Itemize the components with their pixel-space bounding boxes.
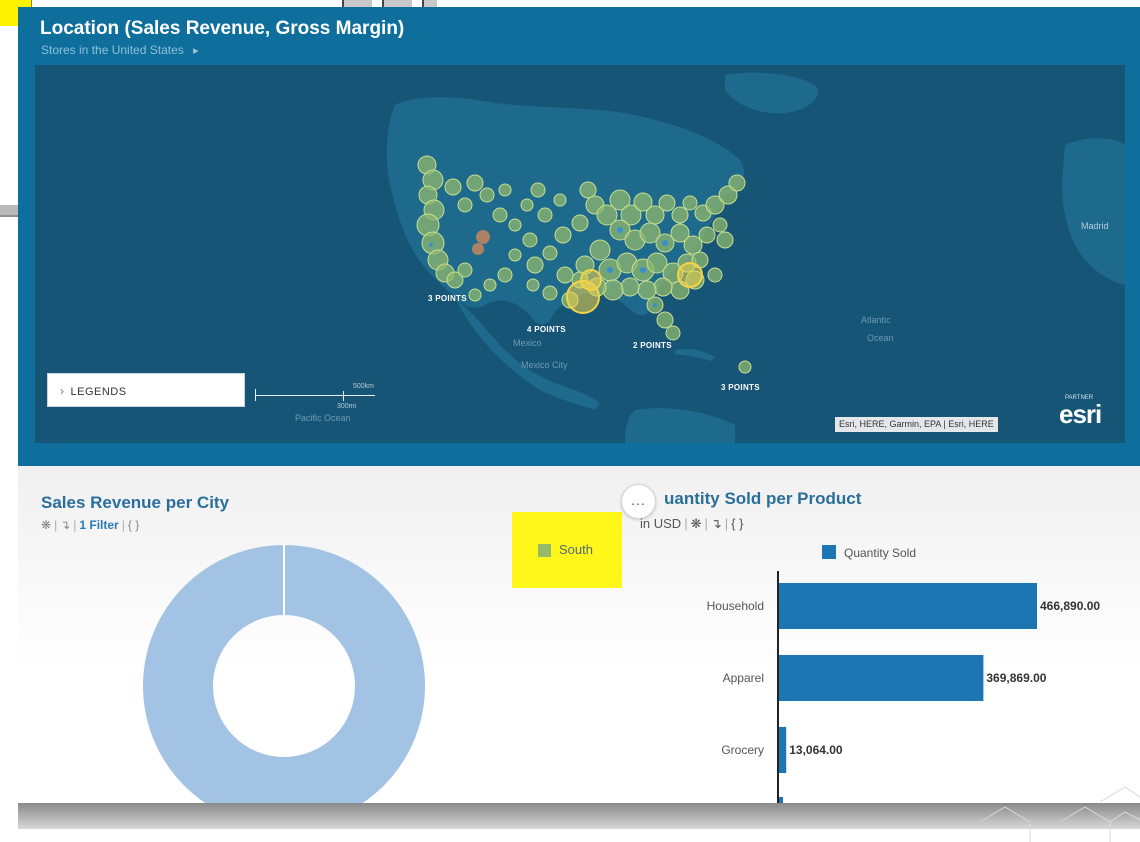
variables-icon[interactable]: { } [128,518,139,532]
more-options-button[interactable]: ... [621,484,656,519]
legends-button[interactable]: › LEGENDS [47,373,245,407]
category-label: Household [707,599,764,613]
legend-item-south[interactable]: South [559,542,593,557]
cluster-label[interactable]: 3 POINTS [428,294,467,303]
place-label: Madrid [1081,221,1109,231]
donut-chart-meta: ❋ | ↴ | 1 Filter |{ } [41,518,140,532]
bar-chart-legend: Quantity Sold [822,545,916,560]
data-label: 466,890.00 [1040,599,1100,613]
cluster-label[interactable]: 3 POINTS [721,383,760,392]
hierarchy-icon[interactable]: ❋ [41,518,51,532]
scale-mi-label: 300mi [337,403,357,410]
place-label: Atlantic [861,315,891,325]
scale-bar: 500km 300mi [253,383,383,413]
drill-icon[interactable]: ↴ [711,516,722,531]
decorative-pattern [979,786,1140,842]
bar-chart[interactable]: Household 466,890.00 Apparel 369,869.00 Groc… [638,571,1138,803]
legend-series-label: Quantity Sold [844,546,917,560]
more-options-icon: ... [631,492,646,508]
esri-logo: esri [1059,399,1102,429]
legend-highlight: South [512,512,622,588]
caribbean-islands [675,348,715,361]
cluster-label[interactable]: 4 POINTS [527,325,566,334]
map-subtitle: Stores in the United States ▸ [41,43,199,57]
map-attribution[interactable]: Esri, HERE, Garmin, EPA | Esri, HERE [835,417,998,432]
category-label: Apparel [723,671,764,685]
greenland-landmass [725,72,819,114]
mexico-landmass [455,297,600,410]
drill-icon[interactable]: ↴ [60,518,70,532]
south-america-landmass [625,408,735,443]
legends-label: LEGENDS [70,386,127,398]
map-canvas[interactable]: 3 POINTS 4 POINTS 2 POINTS 3 POINTS Mexi… [35,65,1125,443]
dashboard-content: Sales Revenue per City ❋ | ↴ | 1 Filter |{ } … [18,466,1140,803]
bar-chart-title: uantity Sold per Product [664,489,862,508]
bar-chart-meta: in USD | ❋ | ↴ |{ } [640,516,744,531]
place-label: Ocean [867,333,894,343]
filter-link[interactable]: 1 Filter [79,518,118,532]
cluster-label[interactable]: 2 POINTS [633,341,672,350]
info-icon: ▸ [193,45,199,57]
bar-unit: in USD [640,516,682,531]
category-label: Grocery [721,743,764,757]
map-title: Location (Sales Revenue, Gross Margin) [40,18,405,39]
legend-swatch [538,544,551,557]
europe-landmass [1062,138,1125,285]
donut-chart-title: Sales Revenue per City [41,493,230,512]
bar-apparel[interactable] [779,655,984,701]
bar-household[interactable] [779,583,1037,629]
data-label: 13,064.00 [789,743,843,757]
bar-grocery[interactable] [779,727,787,773]
hierarchy-icon[interactable]: ❋ [691,516,702,531]
place-label: Mexico [513,338,542,348]
donut-chart[interactable] [138,541,438,803]
variables-icon[interactable]: { } [731,516,743,531]
map-panel: Location (Sales Revenue, Gross Margin) S… [18,7,1140,466]
data-label: 369,869.00 [986,671,1046,685]
map-subtitle-text: Stores in the United States [41,43,184,57]
place-label: Pacific Ocean [295,413,351,423]
chevron-right-icon: › [60,384,65,398]
place-label: Mexico City [521,360,568,370]
legend-swatch [822,545,836,559]
scale-km-label: 500km [353,383,375,390]
